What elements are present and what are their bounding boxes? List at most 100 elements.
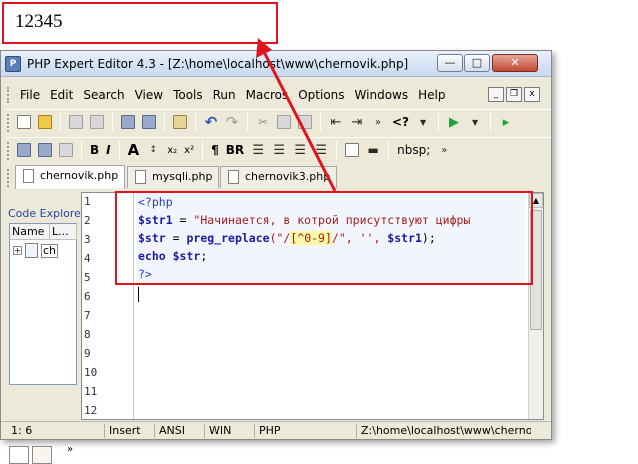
expand-icon[interactable]: +: [13, 246, 22, 255]
toolbar-separator: [490, 113, 492, 131]
save-all-icon: [90, 115, 104, 129]
align-right-button[interactable]: ☰: [291, 141, 309, 159]
menu-macros[interactable]: Macros: [241, 87, 294, 103]
paste-icon: [298, 115, 312, 129]
font-size-button[interactable]: A: [126, 141, 142, 159]
insert-link-button[interactable]: [36, 141, 54, 159]
toolbar-separator: [320, 113, 321, 131]
tab-label: chernovik3.php: [245, 170, 331, 183]
menu-list: File Edit Search View Tools Run Macros O…: [15, 87, 450, 103]
line-number: 4: [84, 252, 91, 265]
line-ending: WIN: [204, 424, 252, 438]
hr-icon: ▬: [367, 143, 379, 157]
insert-table-button[interactable]: [343, 141, 361, 159]
debug-run-button[interactable]: ▸: [497, 113, 515, 131]
explorer-tree-tab[interactable]: [9, 446, 29, 464]
cut-button[interactable]: ✂: [254, 113, 272, 131]
encoding: ANSI: [154, 424, 202, 438]
align-center-button[interactable]: ☰: [270, 141, 288, 159]
column-line-header[interactable]: L...: [50, 224, 77, 240]
minimize-button[interactable]: —: [437, 54, 463, 72]
toolbar-grip-icon[interactable]: [7, 114, 11, 132]
menu-run[interactable]: Run: [208, 87, 241, 103]
php-tag-button[interactable]: <?: [390, 115, 411, 129]
align-center-icon: ☰: [273, 142, 285, 158]
font-size-arrow-icon: ↕: [149, 145, 157, 155]
toolbar-separator: [81, 141, 82, 159]
nbsp-button[interactable]: nbsp;: [395, 143, 432, 157]
paragraph-button[interactable]: ¶: [209, 143, 221, 157]
line-number: 10: [84, 366, 98, 379]
explorer-folder-tab[interactable]: [32, 446, 52, 464]
status-bar: 1: 6 Insert ANSI WIN PHP Z:\home\localho…: [1, 421, 551, 439]
menu-edit[interactable]: Edit: [45, 87, 78, 103]
toolbar1-overflow[interactable]: »: [369, 113, 387, 131]
copy-icon: [277, 115, 291, 129]
php-tag-dropdown-icon[interactable]: ▼: [414, 113, 432, 131]
explorer-tabs: [9, 446, 52, 464]
menu-tools[interactable]: Tools: [168, 87, 208, 103]
paste-button[interactable]: [296, 113, 314, 131]
mdi-minimize-button[interactable]: _: [488, 87, 504, 102]
toolbar-separator: [60, 113, 61, 131]
maximize-button[interactable]: □: [464, 54, 490, 72]
code-explorer-button[interactable]: [171, 113, 189, 131]
toolbar-grip-icon[interactable]: [7, 142, 11, 160]
tabs-grip-icon[interactable]: [7, 169, 11, 187]
menu-help[interactable]: Help: [413, 87, 450, 103]
toolbar2-overflow[interactable]: »: [435, 141, 453, 159]
tab-mysqli[interactable]: mysqli.php: [127, 166, 220, 188]
php-icon[interactable]: P: [5, 56, 21, 72]
column-name-header[interactable]: Name: [10, 224, 50, 240]
indent-button[interactable]: ⇤: [327, 113, 345, 131]
code-highlight-box: [115, 191, 533, 285]
menu-search[interactable]: Search: [78, 87, 129, 103]
tree-item[interactable]: + ch: [13, 243, 59, 258]
tree-icon: [173, 115, 187, 129]
bold-button[interactable]: B: [88, 143, 101, 157]
subscript-button[interactable]: x₂: [165, 145, 179, 156]
form-icon: [59, 143, 73, 157]
toolbar-separator: [195, 113, 196, 131]
toolbar-separator: [202, 141, 204, 159]
html-toolbar: B I A ↕ x₂ x² ¶ BR ☰ ☰ ☰ ☰ ▬ nbsp; »: [5, 137, 551, 163]
save-button[interactable]: [67, 113, 85, 131]
superscript-button[interactable]: x²: [182, 145, 196, 156]
run-dropdown-icon[interactable]: ▼: [466, 113, 484, 131]
horizontal-rule-button[interactable]: ▬: [364, 141, 382, 159]
menu-grip-icon[interactable]: [7, 87, 11, 103]
align-left-button[interactable]: ☰: [249, 141, 267, 159]
mdi-close-button[interactable]: x: [524, 87, 540, 102]
toolbar-separator: [388, 141, 390, 159]
explorer-overflow[interactable]: »: [67, 444, 73, 455]
print-button[interactable]: [119, 113, 137, 131]
open-file-button[interactable]: [36, 113, 54, 131]
insert-form-button[interactable]: [57, 141, 75, 159]
line-number: 9: [84, 347, 91, 360]
window-title: PHP Expert Editor 4.3 - [Z:\home\localho…: [27, 57, 409, 71]
align-justify-button[interactable]: ☰: [312, 141, 330, 159]
line-break-button[interactable]: BR: [224, 143, 246, 157]
new-file-button[interactable]: [15, 113, 33, 131]
outdent-button[interactable]: ⇥: [348, 113, 366, 131]
redo-button[interactable]: ↷: [223, 113, 241, 131]
toolbar-separator: [336, 141, 338, 159]
find-button[interactable]: [140, 113, 158, 131]
save-all-button[interactable]: [88, 113, 106, 131]
code-explorer-list[interactable]: Name L... + ch: [9, 223, 77, 385]
italic-button[interactable]: I: [104, 143, 112, 157]
align-justify-icon: ☰: [315, 142, 327, 158]
menu-view[interactable]: View: [130, 87, 168, 103]
menu-windows[interactable]: Windows: [350, 87, 414, 103]
tab-chernovik[interactable]: chernovik.php: [15, 165, 126, 189]
menu-options[interactable]: Options: [293, 87, 349, 103]
undo-button[interactable]: ↶: [202, 113, 220, 131]
insert-image-button[interactable]: [15, 141, 33, 159]
mdi-restore-button[interactable]: ❐: [506, 87, 522, 102]
close-button[interactable]: ✕: [492, 54, 538, 72]
tab-chernovik3[interactable]: chernovik3.php: [220, 166, 338, 188]
run-button[interactable]: ▶: [445, 113, 463, 131]
title-bar[interactable]: P PHP Expert Editor 4.3 - [Z:\home\local…: [1, 51, 551, 77]
menu-file[interactable]: File: [15, 87, 45, 103]
copy-button[interactable]: [275, 113, 293, 131]
